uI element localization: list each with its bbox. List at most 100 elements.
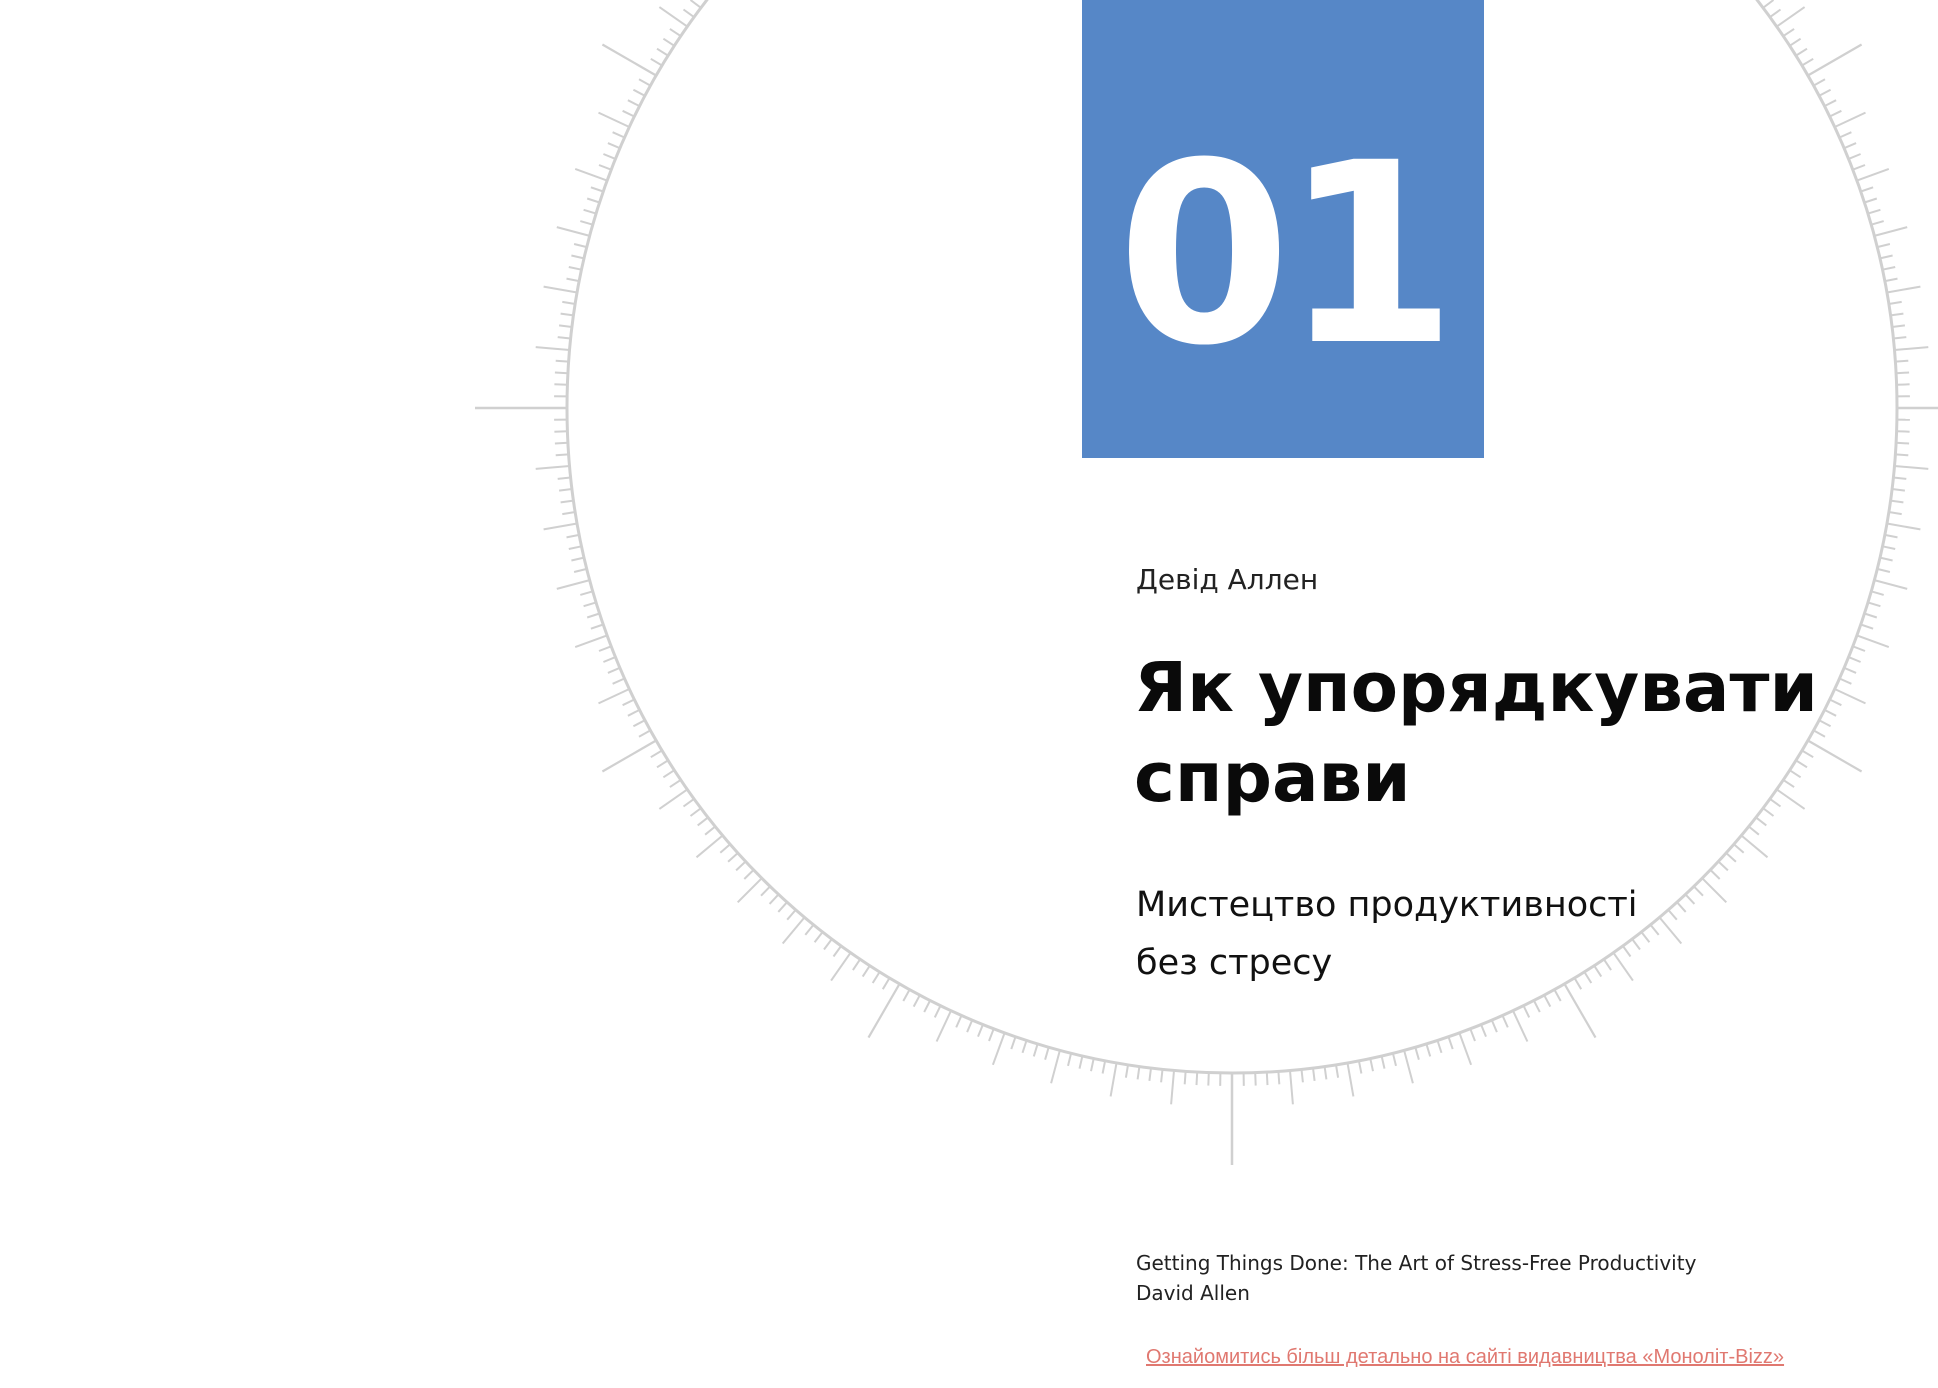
dial-tick bbox=[566, 277, 580, 283]
book-title-line: Як упорядкувати bbox=[1134, 648, 1818, 728]
dial-tick bbox=[568, 545, 582, 550]
dial-tick bbox=[627, 99, 640, 107]
dial-tick bbox=[1876, 567, 1891, 573]
dial-tick bbox=[1183, 1071, 1187, 1085]
book-subtitle: Мистецтво продуктивності без стресу bbox=[1136, 876, 1637, 992]
dial-tick bbox=[1414, 1046, 1420, 1060]
dial-tick bbox=[1101, 1060, 1107, 1074]
dial-tick bbox=[1490, 1019, 1498, 1033]
dial-tick bbox=[682, 798, 695, 808]
dial-tick bbox=[556, 226, 590, 237]
dial-tick bbox=[632, 88, 646, 97]
dial-tick bbox=[736, 877, 763, 904]
dial-tick bbox=[1543, 994, 1552, 1008]
dial-tick bbox=[573, 567, 588, 573]
dial-tick bbox=[988, 1028, 995, 1042]
dial-tick bbox=[689, 807, 702, 817]
dial-tick bbox=[1894, 465, 1929, 470]
dial-tick bbox=[1876, 243, 1891, 249]
dial-tick bbox=[1839, 131, 1852, 139]
dial-tick bbox=[1323, 1066, 1328, 1080]
dial-tick bbox=[1369, 1058, 1374, 1072]
dial-tick bbox=[697, 816, 709, 827]
dial-tick bbox=[1769, 8, 1782, 18]
dial-tick bbox=[1289, 1070, 1294, 1105]
dial-tick bbox=[912, 994, 921, 1008]
dial-tick bbox=[603, 153, 616, 160]
dial-tick bbox=[650, 57, 663, 67]
book-title-line: справи bbox=[1134, 738, 1411, 818]
dial-tick bbox=[598, 164, 612, 171]
dial-tick bbox=[583, 601, 597, 608]
dial-tick bbox=[1870, 590, 1884, 596]
dial-tick bbox=[612, 131, 625, 139]
dial-tick bbox=[669, 28, 682, 37]
dial-tick bbox=[598, 111, 630, 128]
dial-tick bbox=[1824, 99, 1837, 107]
dial-tick bbox=[1864, 197, 1878, 204]
dial-tick bbox=[1888, 300, 1902, 305]
dial-tick bbox=[607, 666, 621, 674]
dial-tick bbox=[1807, 43, 1863, 77]
dial-tick bbox=[1894, 346, 1929, 351]
book-title: Як упорядкувати справи bbox=[1134, 643, 1894, 823]
dial-tick bbox=[1380, 1055, 1386, 1069]
dial-tick bbox=[1676, 901, 1687, 913]
dial-tick bbox=[556, 579, 590, 590]
dial-tick bbox=[1725, 852, 1737, 863]
dial-tick bbox=[704, 825, 716, 836]
dial-tick bbox=[586, 612, 600, 619]
dial-tick bbox=[558, 488, 573, 492]
original-author: David Allen bbox=[1136, 1281, 1250, 1305]
dial-tick bbox=[543, 285, 578, 294]
publisher-link[interactable]: Ознайомитись більш детально на сайті вид… bbox=[1146, 1344, 1784, 1370]
dial-tick bbox=[632, 719, 646, 728]
dial-tick bbox=[1078, 1055, 1084, 1069]
dial-tick bbox=[1254, 1072, 1257, 1086]
dial-tick bbox=[804, 924, 815, 936]
dial-tick bbox=[1813, 78, 1826, 87]
dial-tick bbox=[580, 220, 594, 226]
dial-tick bbox=[1469, 1028, 1476, 1042]
dial-tick bbox=[1896, 371, 1910, 375]
dial-tick bbox=[1300, 1069, 1304, 1083]
dial-tick bbox=[1044, 1046, 1050, 1060]
dial-tick bbox=[1403, 1050, 1414, 1084]
dial-tick bbox=[1895, 359, 1909, 363]
dial-tick bbox=[1170, 1070, 1175, 1105]
dial-tick bbox=[682, 8, 695, 18]
dial-tick bbox=[1870, 220, 1884, 226]
dial-tick bbox=[583, 208, 597, 215]
dial-tick bbox=[1032, 1043, 1039, 1057]
dial-tick bbox=[1874, 226, 1908, 237]
dial-tick bbox=[1890, 312, 1904, 317]
dial-tick bbox=[1882, 545, 1896, 550]
dial-tick bbox=[1801, 57, 1814, 67]
dial-tick bbox=[650, 749, 663, 759]
dial-tick bbox=[1748, 825, 1760, 836]
dial-tick bbox=[1693, 885, 1704, 897]
original-title: Getting Things Done: The Art of Stress-F… bbox=[1136, 1251, 1697, 1275]
dial-tick bbox=[558, 324, 573, 328]
dial-tick bbox=[562, 300, 576, 305]
dial-tick bbox=[1896, 430, 1910, 433]
dial-tick bbox=[823, 938, 833, 951]
dial-tick bbox=[1867, 601, 1881, 608]
dial-tick bbox=[861, 965, 871, 978]
dial-tick bbox=[1740, 834, 1769, 859]
dial-tick bbox=[1893, 336, 1907, 340]
dial-tick bbox=[1684, 893, 1696, 905]
dial-tick bbox=[1733, 843, 1745, 854]
dial-tick bbox=[557, 476, 571, 480]
dial-tick bbox=[955, 1015, 963, 1028]
dial-tick bbox=[727, 852, 739, 863]
dial-tick bbox=[1649, 924, 1660, 936]
dial-tick bbox=[554, 383, 568, 386]
dial-tick bbox=[1834, 111, 1866, 128]
dial-tick bbox=[1501, 1015, 1509, 1028]
dial-tick bbox=[1867, 208, 1881, 215]
dial-tick bbox=[586, 197, 600, 204]
dial-tick bbox=[1160, 1069, 1164, 1083]
dial-tick bbox=[543, 522, 578, 531]
dial-tick bbox=[574, 634, 608, 649]
